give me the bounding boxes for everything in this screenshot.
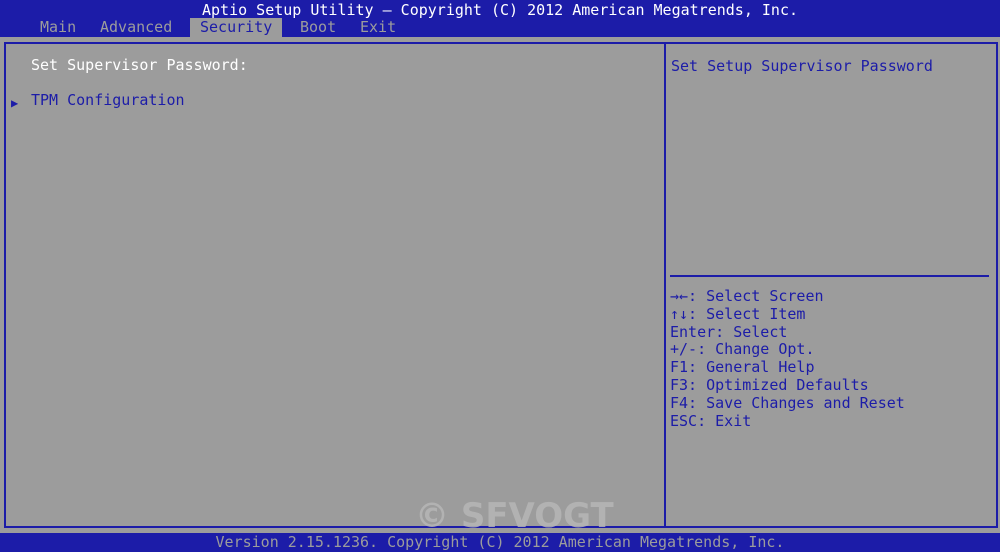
watermark: © SFVOGT bbox=[415, 496, 614, 536]
key-legend-item: +/-: Change Opt. bbox=[670, 340, 815, 359]
key-legend-item: ↑↓: Select Item bbox=[670, 304, 806, 323]
title-bar: Aptio Setup Utility – Copyright (C) 2012… bbox=[0, 0, 1000, 37]
key-legend-item: Enter: Select bbox=[670, 322, 788, 341]
tpm-configuration-item[interactable]: TPM Configuration bbox=[31, 91, 185, 109]
set-supervisor-password-item[interactable]: Set Supervisor Password: bbox=[31, 56, 248, 74]
help-description: Set Setup Supervisor Password bbox=[671, 57, 933, 75]
tab-boot[interactable]: Boot bbox=[290, 18, 346, 37]
help-pane: Set Setup Supervisor Password →←: Select… bbox=[666, 44, 996, 526]
right-triangle-icon: ▶ bbox=[11, 96, 19, 110]
footer-bar: Version 2.15.1236. Copyright (C) 2012 Am… bbox=[0, 533, 1000, 552]
key-legend-item: F1: General Help bbox=[670, 358, 815, 377]
tab-advanced[interactable]: Advanced bbox=[90, 18, 182, 37]
tab-security[interactable]: Security bbox=[190, 18, 283, 37]
version-text: Version 2.15.1236. Copyright (C) 2012 Am… bbox=[215, 533, 785, 551]
help-divider bbox=[670, 275, 989, 277]
tab-exit[interactable]: Exit bbox=[350, 18, 406, 37]
settings-pane: Set Supervisor Password: ▶ TPM Configura… bbox=[6, 44, 664, 526]
main-frame: Set Supervisor Password: ▶ TPM Configura… bbox=[4, 42, 998, 528]
tab-main[interactable]: Main bbox=[30, 18, 86, 37]
key-legend-item: →←: Select Screen bbox=[670, 287, 824, 305]
key-legend-item: F4: Save Changes and Reset bbox=[670, 393, 905, 412]
key-legend-item: F3: Optimized Defaults bbox=[670, 375, 869, 394]
key-legend-item: ESC: Exit bbox=[670, 411, 752, 430]
key-legend: →←: Select Screen ↑↓: Select Item Enter:… bbox=[670, 287, 905, 430]
window-title: Aptio Setup Utility – Copyright (C) 2012… bbox=[201, 1, 799, 19]
